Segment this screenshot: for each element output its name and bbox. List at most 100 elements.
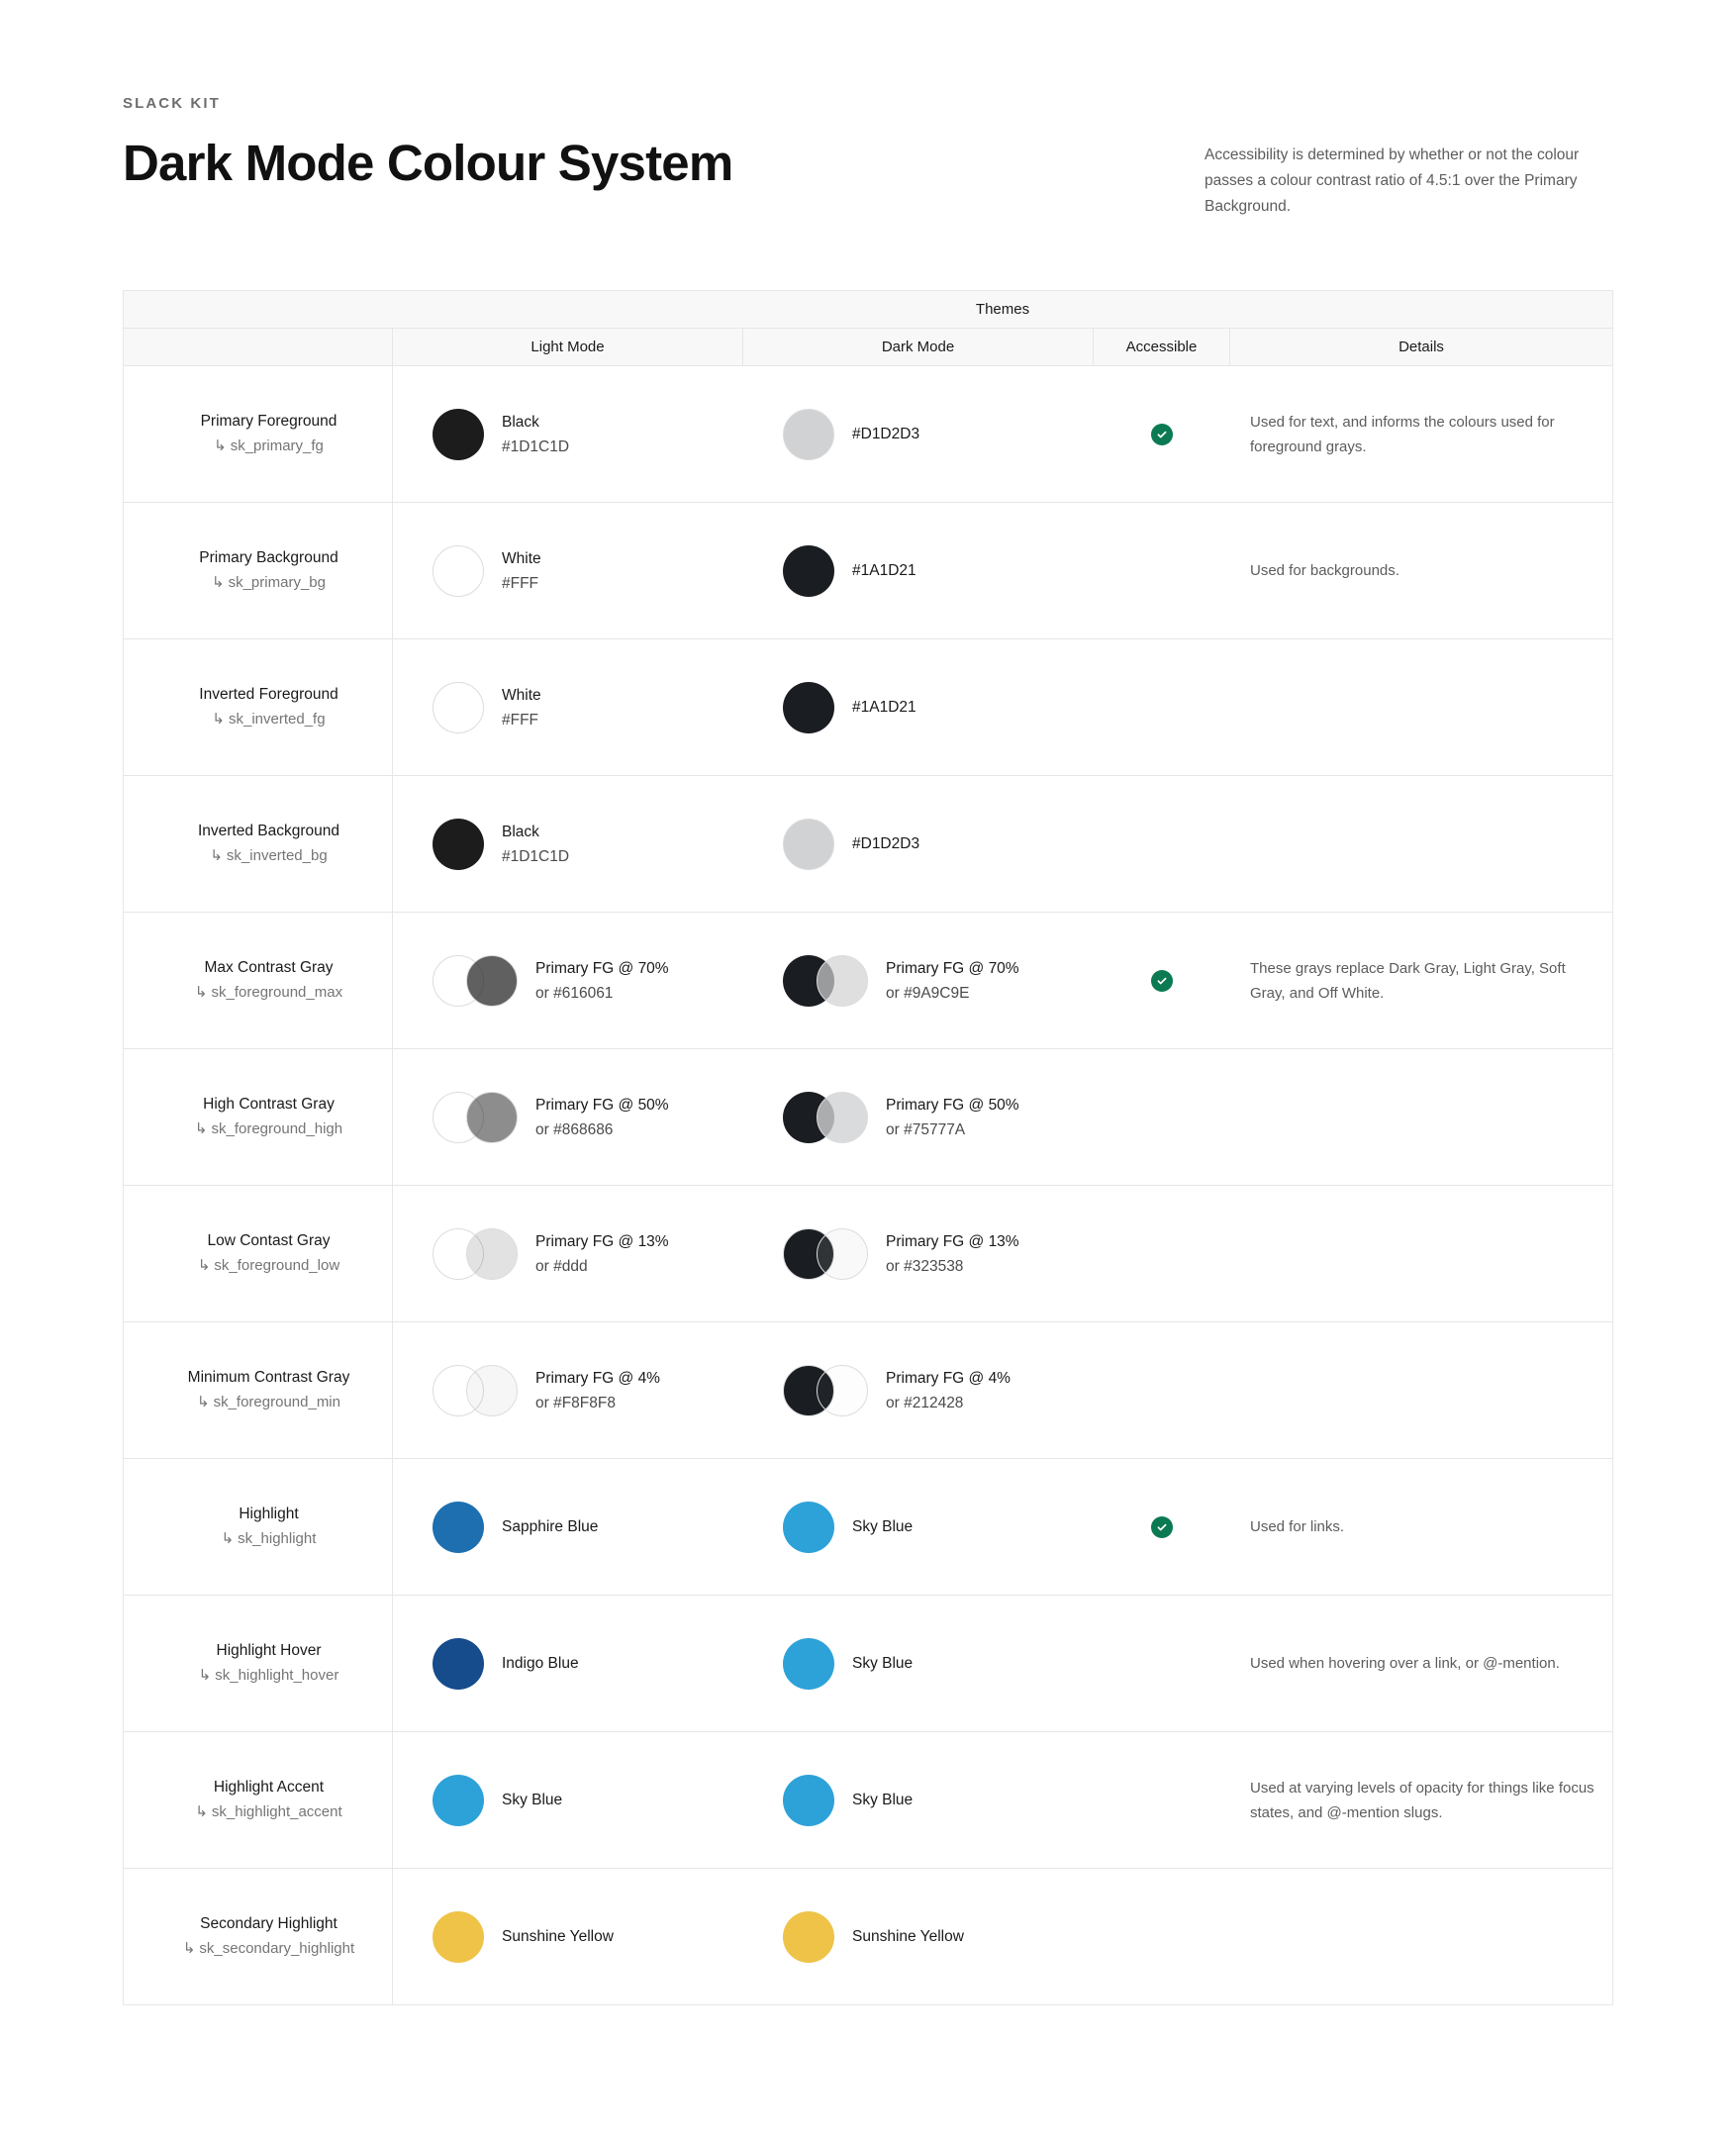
table-row: Secondary Highlight ↳ sk_secondary_highlig… <box>124 1869 1612 2005</box>
swatch-cell-dark: Sunshine Yellow <box>743 1869 1094 2004</box>
swatch-base-circle <box>783 408 834 460</box>
swatch-overlay-circle <box>466 1227 518 1280</box>
swatch-cell-dark: Primary FG @ 50% or #75777A <box>743 1049 1094 1185</box>
colour-swatch <box>783 1091 868 1143</box>
swatch-cell-dark: #D1D2D3 <box>743 776 1094 912</box>
colour-swatch <box>783 1501 834 1553</box>
colour-swatch <box>783 1910 834 1963</box>
swatch-label-primary: Sapphire Blue <box>502 1518 599 1535</box>
check-circle-icon <box>1151 423 1173 445</box>
token-display-name: Highlight Hover <box>216 1641 322 1659</box>
swatch-label-primary: Primary FG @ 4% <box>886 1369 1011 1387</box>
token-display-name: Primary Background <box>199 548 338 566</box>
token-variable-row: ↳ sk_foreground_high <box>195 1118 342 1141</box>
token-variable-row: ↳ sk_highlight_accent <box>195 1800 341 1824</box>
token-variable-name: sk_inverted_fg <box>229 710 326 728</box>
swatch-cell-light: Black #1D1C1D <box>393 366 743 502</box>
token-variable-name: sk_highlight <box>238 1529 317 1547</box>
swatch-cell-dark: Primary FG @ 4% or #212428 <box>743 1322 1094 1458</box>
token-variable-name: sk_inverted_bg <box>226 846 328 864</box>
colour-swatch <box>433 954 518 1007</box>
swatch-label-secondary: #1D1C1D <box>502 847 570 865</box>
swatch-label: Sky Blue <box>502 1788 562 1812</box>
token-name-cell: High Contrast Gray ↳ sk_foreground_high <box>124 1049 393 1185</box>
token-display-name: Primary Foreground <box>200 412 338 430</box>
swatch-label-primary: Primary FG @ 4% <box>535 1369 660 1387</box>
token-variable-name: sk_primary_fg <box>230 437 324 454</box>
token-name-cell: Secondary Highlight ↳ sk_secondary_highlig… <box>124 1869 393 2004</box>
table-row: Max Contrast Gray ↳ sk_foreground_max Prima… <box>124 913 1612 1049</box>
table-body: Primary Foreground ↳ sk_primary_fg Black #1D… <box>124 366 1612 2005</box>
details-cell <box>1230 1869 1612 2004</box>
swatch-group: White #FFF <box>433 544 541 597</box>
swatch-base-circle <box>783 1910 834 1963</box>
accessible-cell <box>1094 639 1230 775</box>
swatch-label-primary: Sky Blue <box>852 1655 914 1672</box>
swatch-label-primary: White <box>502 686 541 704</box>
token-variable-row: ↳ sk_inverted_fg <box>212 708 325 731</box>
token-name-cell: Inverted Background ↳ sk_inverted_bg <box>124 776 393 912</box>
swatch-label: Primary FG @ 13% or #323538 <box>886 1229 1019 1279</box>
colour-swatch <box>783 954 868 1007</box>
column-header-dark-mode: Dark Mode <box>743 329 1094 365</box>
swatch-label-secondary: #FFF <box>502 711 539 729</box>
swatch-cell-light: Primary FG @ 70% or #616061 <box>393 913 743 1048</box>
table-row: Primary Background ↳ sk_primary_bg White #FF… <box>124 503 1612 639</box>
swatch-cell-light: Indigo Blue <box>393 1596 743 1731</box>
arrow-turn-down-right-icon: ↳ <box>197 1256 211 1274</box>
token-variable-row: ↳ sk_highlight <box>222 1527 317 1551</box>
swatch-base-circle <box>433 818 484 870</box>
colour-swatch <box>783 818 834 870</box>
details-text: Used when hovering over a link, or @-men… <box>1250 1655 1560 1672</box>
arrow-turn-down-right-icon: ↳ <box>194 983 208 1001</box>
swatch-label: Primary FG @ 70% or #616061 <box>535 956 669 1006</box>
colour-swatch <box>783 1227 868 1280</box>
swatch-cell-dark: Sky Blue <box>743 1459 1094 1595</box>
swatch-label-secondary: #1D1C1D <box>502 437 570 455</box>
token-variable-name: sk_highlight_accent <box>211 1802 342 1820</box>
details-text: Used for backgrounds. <box>1250 562 1399 579</box>
arrow-turn-down-right-icon: ↳ <box>182 1939 196 1957</box>
swatch-overlay-circle <box>817 1091 868 1143</box>
colour-swatch <box>433 1501 484 1553</box>
swatch-label: Primary FG @ 4% or #F8F8F8 <box>535 1366 660 1415</box>
swatch-cell-light: White #FFF <box>393 503 743 638</box>
details-cell <box>1230 776 1612 912</box>
token-variable-row: ↳ sk_primary_fg <box>214 435 324 458</box>
swatch-cell-light: Black #1D1C1D <box>393 776 743 912</box>
column-header-light-mode: Light Mode <box>393 329 743 365</box>
arrow-turn-down-right-icon: ↳ <box>221 1529 235 1547</box>
swatch-group: Sky Blue <box>783 1501 913 1553</box>
token-name-cell: Highlight Accent ↳ sk_highlight_accent <box>124 1732 393 1868</box>
token-name-cell: Highlight Hover ↳ sk_highlight_hover <box>124 1596 393 1731</box>
swatch-group: Sky Blue <box>433 1774 562 1826</box>
arrow-turn-down-right-icon: ↳ <box>210 846 223 864</box>
arrow-turn-down-right-icon: ↳ <box>197 1393 210 1410</box>
swatch-label: #D1D2D3 <box>852 831 919 856</box>
swatch-label-primary: Sunshine Yellow <box>852 1928 964 1945</box>
swatch-label-secondary: #FFF <box>502 574 539 592</box>
swatch-label: Sky Blue <box>852 1788 913 1812</box>
table-column-header-row: Light Mode Dark Mode Accessible Details <box>124 329 1612 366</box>
swatch-label-primary: #1A1D21 <box>852 699 916 716</box>
swatch-cell-light: Sunshine Yellow <box>393 1869 743 2004</box>
colour-swatch <box>783 1774 834 1826</box>
swatch-group: Primary FG @ 4% or #F8F8F8 <box>433 1364 660 1416</box>
swatch-cell-dark: #1A1D21 <box>743 639 1094 775</box>
token-name-cell: Primary Background ↳ sk_primary_bg <box>124 503 393 638</box>
arrow-turn-down-right-icon: ↳ <box>214 437 227 454</box>
swatch-label: Primary FG @ 50% or #868686 <box>535 1093 669 1142</box>
details-cell <box>1230 1186 1612 1321</box>
colour-swatch <box>783 1637 834 1690</box>
swatch-label: Primary FG @ 4% or #212428 <box>886 1366 1011 1415</box>
swatch-cell-light: Sapphire Blue <box>393 1459 743 1595</box>
token-name-cell: Minimum Contrast Gray ↳ sk_foreground_min <box>124 1322 393 1458</box>
swatch-group: #1A1D21 <box>783 544 916 597</box>
column-header-accessible: Accessible <box>1094 329 1230 365</box>
swatch-group: Primary FG @ 13% or #323538 <box>783 1227 1019 1280</box>
swatch-label: Primary FG @ 70% or #9A9C9E <box>886 956 1019 1006</box>
details-cell: Used for backgrounds. <box>1230 503 1612 638</box>
swatch-cell-dark: Sky Blue <box>743 1596 1094 1731</box>
swatch-group: #D1D2D3 <box>783 408 919 460</box>
table-row: Inverted Foreground ↳ sk_inverted_fg White #… <box>124 639 1612 776</box>
